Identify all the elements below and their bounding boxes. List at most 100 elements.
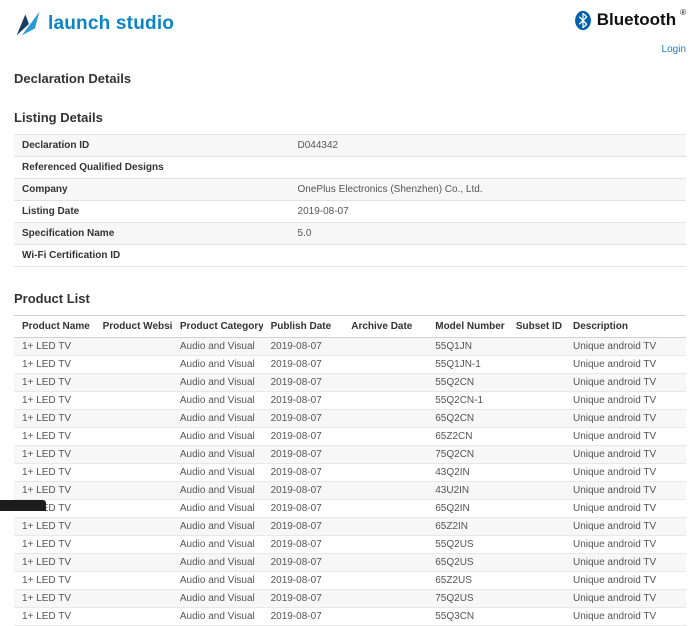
table-cell: 65Q2IN [427,500,508,518]
table-cell: 2019-08-07 [263,428,344,446]
table-cell [95,446,172,464]
listing-detail-row: Wi-Fi Certification ID [14,245,686,267]
table-cell [343,356,427,374]
table-cell: 1+ LED TV [14,374,95,392]
table-cell: 55Q2CN-1 [427,392,508,410]
table-cell: Audio and Visual [172,374,263,392]
table-cell: 1+ LED TV [14,608,95,626]
table-cell: 2019-08-07 [263,572,344,590]
table-cell: Audio and Visual [172,536,263,554]
column-header: Product Name [14,316,95,338]
table-cell: Audio and Visual [172,572,263,590]
table-cell: Unique android TV [565,536,686,554]
table-cell: 1+ LED TV [14,446,95,464]
table-cell [508,518,565,536]
table-cell: Audio and Visual [172,608,263,626]
table-cell [343,608,427,626]
launch-studio-icon [14,10,42,38]
table-cell: 65Q2CN [427,410,508,428]
table-cell [508,374,565,392]
table-cell [508,428,565,446]
table-row: 1+ LED TVAudio and Visual2019-08-0755Q1J… [14,338,686,356]
table-cell: Audio and Visual [172,464,263,482]
table-cell [95,572,172,590]
table-cell: 65Z2CN [427,428,508,446]
listing-detail-row: Declaration IDD044342 [14,135,686,157]
table-cell: Audio and Visual [172,392,263,410]
table-cell: 55Q2US [427,536,508,554]
detail-value: OnePlus Electronics (Shenzhen) Co., Ltd. [290,179,686,201]
table-cell: Audio and Visual [172,356,263,374]
table-cell [95,608,172,626]
table-cell: 1+ LED TV [14,482,95,500]
table-row: 1+ LED TVAudio and Visual2019-08-0765Q2C… [14,410,686,428]
table-cell [95,392,172,410]
table-cell [95,410,172,428]
table-cell: 1+ LED TV [14,536,95,554]
table-cell: Unique android TV [565,464,686,482]
table-cell: Unique android TV [565,482,686,500]
table-cell: 1+ LED TV [14,356,95,374]
table-cell: 75Q2US [427,590,508,608]
table-row: 1+ LED TVAudio and Visual2019-08-0743U2I… [14,482,686,500]
listing-detail-row: Listing Date2019-08-07 [14,201,686,223]
table-cell: 2019-08-07 [263,554,344,572]
table-cell: Audio and Visual [172,410,263,428]
brand-name: launch studio [48,13,174,35]
table-cell [95,536,172,554]
table-row: 1+ LED TV Audio and Visual2019-08-07 55Q2C… [14,392,686,410]
table-cell [95,554,172,572]
table-cell [343,392,427,410]
detail-value: 5.0 [290,223,686,245]
detail-label: Listing Date [14,201,290,223]
detail-label: Specification Name [14,223,290,245]
table-cell [95,338,172,356]
table-cell: 55Q1JN [427,338,508,356]
table-cell: 2019-08-07 [263,446,344,464]
table-cell [343,374,427,392]
table-cell: 1+ LED TV [14,392,95,410]
table-cell [508,536,565,554]
table-cell [95,374,172,392]
table-cell [95,482,172,500]
table-cell: Unique android TV [565,518,686,536]
table-cell: Unique android TV [565,608,686,626]
table-cell [343,572,427,590]
table-cell: Unique android TV [565,428,686,446]
table-cell: 1+ LED TV [14,338,95,356]
table-cell [95,590,172,608]
table-cell: 1+ LED TV [14,554,95,572]
column-header: Product Website [95,316,172,338]
table-cell: Unique android TV [565,446,686,464]
detail-label: Referenced Qualified Designs [14,157,290,179]
table-cell: 2019-08-07 [263,536,344,554]
table-cell [343,500,427,518]
table-cell: 1+ LED TV [14,590,95,608]
product-list-table: Product NameProduct WebsiteProduct Categ… [14,315,686,626]
table-cell [343,482,427,500]
table-row: 1+ LED TVAudio and Visual2019-08-0765Z2U… [14,572,686,590]
table-cell: 43U2IN [427,482,508,500]
login-link[interactable]: Login [662,44,686,55]
launch-studio-logo[interactable]: launch studio [14,10,174,38]
table-row: 1+ LED TVAudio and Visual2019-08-0775Q2U… [14,590,686,608]
table-cell [343,518,427,536]
table-cell: 2019-08-07 [263,392,344,410]
table-cell: 2019-08-07 [263,464,344,482]
table-cell: Unique android TV [565,554,686,572]
detail-value: D044342 [290,135,686,157]
column-header: Product Category [172,316,263,338]
registered-mark: ® [680,8,686,17]
listing-details-table: Declaration IDD044342Referenced Qualifie… [14,134,686,267]
table-row: 1+ LED TVAudio and Visual2019-08-0765Q2U… [14,554,686,572]
page-title: Declaration Details [14,71,686,86]
table-row: 1+ LED TVAudio and Visual2019-08-0755Q2C… [14,374,686,392]
table-cell: Unique android TV [565,500,686,518]
table-cell: Audio and Visual [172,518,263,536]
listing-detail-row: CompanyOnePlus Electronics (Shenzhen) Co… [14,179,686,201]
table-row: 1+ LED TVAudio and Visual2019-08-0743Q2I… [14,464,686,482]
column-header: Publish Date [263,316,344,338]
table-cell [508,500,565,518]
table-cell [508,608,565,626]
table-cell [508,446,565,464]
